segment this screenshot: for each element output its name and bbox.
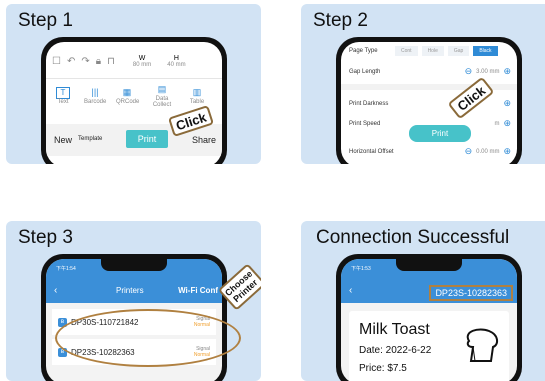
checkbox-icon[interactable]: ☐ [52,56,61,67]
plus-icon[interactable]: ⊕ [503,66,511,77]
step1-panel: Step 1 ☐ ↶ ↷ 🔒︎ ⊓ W 80 mm H 40 mm T Text… [6,4,261,164]
back-icon[interactable]: ‹ [54,285,57,296]
lock-icon[interactable]: 🔒︎ [96,56,101,67]
darkness-row: Print Darkness ⊕ [349,98,511,109]
minus-icon[interactable]: ⊖ [465,146,473,157]
bread-icon [466,328,499,362]
tool-qrcode[interactable]: ▦ QRCode [116,87,139,105]
step3-title: Step 3 [18,227,73,248]
device-name: DP23S-10282363 [429,285,513,301]
print-button[interactable]: Print [409,125,471,142]
option-hole[interactable]: Hole [421,46,444,56]
phone-screen: 下午1:53 ‹ DP23S-10282363 Milk Toast Date:… [341,259,517,381]
tool-text[interactable]: T Text [52,87,74,105]
step1-title: Step 1 [18,10,73,31]
share-button[interactable]: Share [192,135,216,145]
unlock-icon[interactable]: ⊓ [107,56,115,67]
minus-icon[interactable]: ⊖ [465,66,473,77]
wifi-config-link[interactable]: Wi-Fi Conf [178,286,218,295]
phone-frame: Page Type Cont Hole Gap Black Gap Length… [336,37,522,164]
print-button[interactable]: Print [126,130,168,148]
divider [46,78,222,79]
phone-frame: 下午1:53 ‹ DP23S-10282363 Milk Toast Date:… [336,254,522,381]
step2-title: Step 2 [313,10,368,31]
plus-icon[interactable]: ⊕ [503,98,511,109]
back-icon[interactable]: ‹ [349,285,352,296]
step4-title: Connection Successful [316,227,510,248]
offset-row: Horizontal Offset ⊖ 0.00 mm ⊕ [349,146,511,157]
tools-row: T Text ||| Barcode ▦ QRCode ▤ Data Colle… [52,84,222,108]
phone-frame: ☐ ↶ ↷ 🔒︎ ⊓ W 80 mm H 40 mm T Text ||| Ba… [41,37,227,164]
tool-barcode[interactable]: ||| Barcode [84,87,106,105]
label-price: Price: $7.5 [359,363,407,374]
width-group[interactable]: W 80 mm [133,55,151,68]
label-preview: Milk Toast Date: 2022-6-22 Price: $7.5 [349,311,509,381]
plus-icon[interactable]: ⊕ [503,118,511,129]
redo-icon[interactable]: ↷ [81,56,89,67]
undo-icon[interactable]: ↶ [67,56,75,67]
height-group[interactable]: H 40 mm [167,55,185,68]
toolbar-row: ☐ ↶ ↷ 🔒︎ ⊓ W 80 mm H 40 mm [52,50,216,72]
highlight-ellipse [55,309,241,367]
label-title: Milk Toast [359,321,430,338]
status-time: 下午1:54 [56,266,76,272]
option-cont[interactable]: Cont [395,46,418,56]
plus-icon[interactable]: ⊕ [503,146,511,157]
status-time: 下午1:53 [351,266,371,272]
template-button[interactable]: Template [78,136,102,142]
option-black[interactable]: Black [473,46,498,56]
step3-panel: Step 3 下午1:54 ‹ Printers Wi-Fi Conf ʙ DP… [6,221,261,381]
phone-screen: ☐ ↶ ↷ 🔒︎ ⊓ W 80 mm H 40 mm T Text ||| Ba… [46,42,222,164]
page-type-row: Page Type Cont Hole Gap Black [349,46,511,56]
nav-title: Printers [116,286,144,295]
option-gap[interactable]: Gap [447,46,470,56]
label-date: Date: 2022-6-22 [359,345,432,356]
notch [101,259,167,271]
new-button[interactable]: New [54,135,72,145]
phone-screen: Page Type Cont Hole Gap Black Gap Length… [341,42,517,164]
tool-table[interactable]: ▥ Table [186,87,208,105]
step4-panel: Connection Successful 下午1:53 ‹ DP23S-102… [301,221,545,381]
tool-data-collect[interactable]: ▤ Data Collect [148,84,176,108]
step2-panel: Step 2 Page Type Cont Hole Gap Black Gap… [301,4,545,164]
notch [396,259,462,271]
gap-row: Gap Length ⊖ 3.00 mm ⊕ [349,66,511,77]
